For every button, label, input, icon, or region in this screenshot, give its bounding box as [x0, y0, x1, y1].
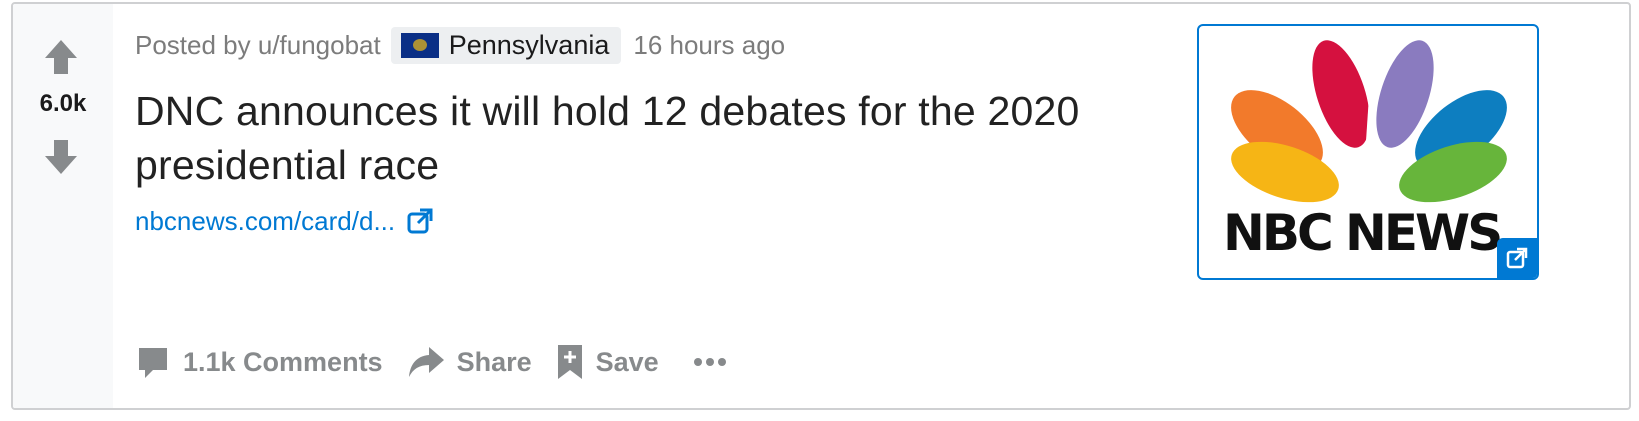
link-text[interactable]: nbcnews.com/card/d... — [135, 206, 395, 237]
save-icon — [557, 345, 582, 379]
pennsylvania-flag-icon — [400, 32, 439, 58]
nbc-peacock-logo — [1231, 40, 1507, 203]
external-link-icon — [407, 208, 433, 234]
vote-score: 6.0k — [39, 90, 87, 117]
thumbnail-external-link-badge[interactable] — [1497, 238, 1537, 278]
post-link[interactable]: nbcnews.com/card/d... — [135, 204, 433, 238]
post-thumbnail[interactable]: NBC NEWS — [1197, 24, 1539, 280]
thumbnail-logo-text: NBC NEWS — [1223, 204, 1503, 262]
external-link-icon — [1506, 247, 1528, 269]
more-icon — [693, 358, 726, 366]
user-flair: Pennsylvania — [390, 26, 622, 64]
share-icon — [408, 347, 444, 377]
flair-label: Pennsylvania — [448, 29, 610, 60]
upvote-icon[interactable] — [43, 38, 79, 76]
post-title[interactable]: DNC announces it will hold 12 debates fo… — [135, 84, 1185, 192]
save-button[interactable]: Save — [556, 343, 659, 381]
post-actions: 1.1k Comments Share Save — [135, 340, 763, 384]
comments-label: 1.1k Comments — [183, 346, 383, 377]
share-button[interactable]: Share — [407, 345, 532, 379]
share-label: Share — [456, 346, 532, 377]
save-label: Save — [595, 346, 659, 377]
posted-by[interactable]: Posted by u/fungobat — [135, 30, 381, 61]
comments-button[interactable]: 1.1k Comments — [135, 344, 383, 380]
post-meta: Posted by u/fungobat Pennsylvania 16 hou… — [135, 26, 785, 64]
comment-icon — [139, 348, 167, 378]
post-time[interactable]: 16 hours ago — [633, 30, 785, 61]
vote-bar: 6.0k — [13, 4, 113, 408]
post-card[interactable]: 6.0k Posted by u/fungobat Pennsylvania 1… — [11, 2, 1631, 410]
downvote-icon[interactable] — [43, 138, 79, 176]
more-options-button[interactable] — [693, 357, 739, 367]
